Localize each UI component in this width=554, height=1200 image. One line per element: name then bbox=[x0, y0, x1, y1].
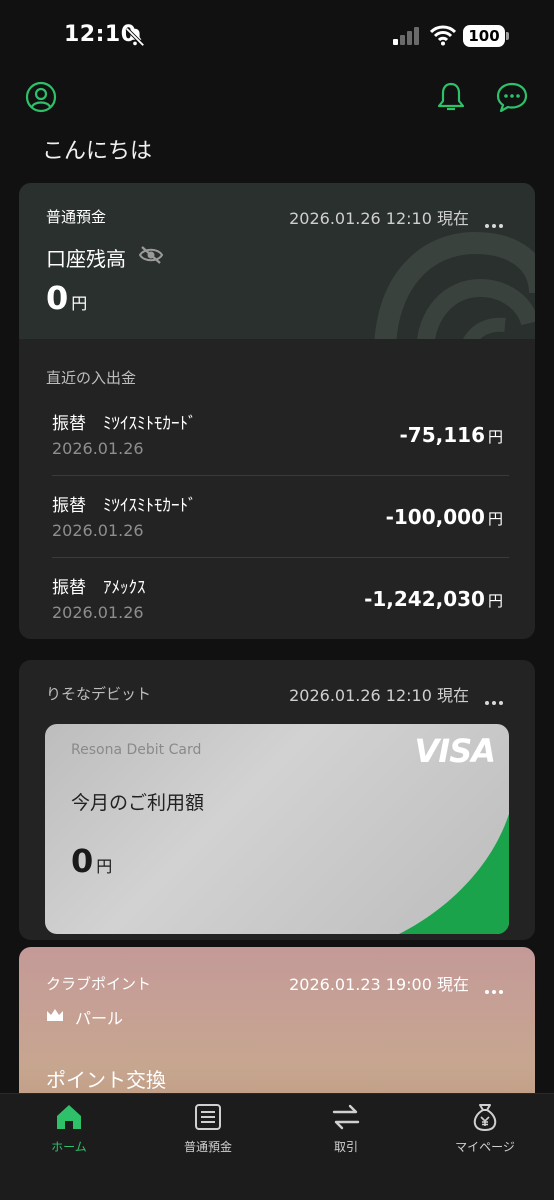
cell-signal-icon bbox=[393, 27, 419, 45]
card-brand: Resona Debit Card bbox=[71, 742, 202, 758]
recent-transactions-label: 直近の入出金 bbox=[46, 369, 137, 387]
battery-tip bbox=[506, 32, 509, 40]
transaction-date: 2026.01.26 bbox=[52, 439, 144, 458]
transaction-amount: -100,000 円 bbox=[386, 505, 503, 529]
visa-debit-card[interactable]: Resona Debit Card VISA 今月のご利用額 0円 bbox=[45, 724, 509, 934]
resona-logo-watermark bbox=[374, 231, 535, 339]
list-icon bbox=[195, 1104, 221, 1130]
debit-card-panel[interactable]: りそなデビット 2026.01.26 12:10 現在 Resona Debit… bbox=[19, 660, 535, 940]
card-green-accent bbox=[399, 814, 509, 934]
tab-label: マイページ bbox=[455, 1140, 515, 1154]
transaction-name: 振替 ﾐﾂｲｽﾐﾄﾓｶｰﾄﾞ bbox=[52, 496, 197, 516]
bell-muted-icon bbox=[125, 27, 145, 47]
status-bar: 12:10 100 bbox=[0, 0, 554, 76]
more-options-icon[interactable] bbox=[485, 213, 507, 228]
money-bag-icon bbox=[473, 1104, 497, 1132]
tab-label: 取引 bbox=[333, 1140, 358, 1154]
point-exchange-label[interactable]: ポイント交換 bbox=[46, 1064, 166, 1093]
battery-indicator: 100 bbox=[463, 25, 505, 47]
club-timestamp: 2026.01.23 19:00 現在 bbox=[289, 975, 469, 994]
transaction-currency: 円 bbox=[487, 592, 503, 610]
transaction-amount-value: -100,000 bbox=[385, 505, 485, 529]
tab-savings[interactable]: 普通預金 bbox=[148, 1102, 268, 1162]
bottom-tab-bar: ホーム 普通預金 取引 マイページ bbox=[0, 1093, 554, 1200]
member-rank: パール bbox=[75, 1009, 124, 1028]
more-options-icon[interactable] bbox=[485, 690, 507, 705]
usage-currency: 円 bbox=[96, 857, 113, 876]
usage-label: 今月のご利用額 bbox=[71, 792, 205, 814]
account-timestamp: 2026.01.26 12:10 現在 bbox=[289, 209, 469, 228]
club-point-label: クラブポイント bbox=[46, 975, 152, 993]
crown-icon bbox=[47, 1009, 63, 1021]
tab-transactions[interactable]: 取引 bbox=[286, 1102, 406, 1162]
transaction-amount: -75,116 円 bbox=[400, 423, 504, 447]
account-type-label: 普通預金 bbox=[46, 208, 107, 226]
home-icon bbox=[57, 1105, 81, 1129]
tab-label: ホーム bbox=[51, 1140, 87, 1154]
debit-label: りそなデビット bbox=[46, 685, 152, 703]
usage-value: 0 bbox=[71, 842, 94, 880]
transaction-currency: 円 bbox=[487, 428, 503, 446]
transaction-currency: 円 bbox=[487, 510, 503, 528]
transfer-icon bbox=[332, 1104, 360, 1130]
account-card[interactable]: 普通預金 2026.01.26 12:10 現在 口座残高 0円 直近の入出金 … bbox=[19, 183, 535, 639]
eye-hidden-icon[interactable] bbox=[138, 245, 164, 265]
account-balance-panel[interactable]: 普通預金 2026.01.26 12:10 現在 口座残高 0円 bbox=[19, 183, 535, 339]
balance-value: 0 bbox=[46, 279, 69, 317]
visa-logo: VISA bbox=[414, 732, 496, 770]
tab-home[interactable]: ホーム bbox=[9, 1102, 129, 1162]
transaction-date: 2026.01.26 bbox=[52, 603, 144, 622]
more-options-icon[interactable] bbox=[485, 979, 507, 994]
transaction-row[interactable]: 振替 ﾐﾂｲｽﾐﾄﾓｶｰﾄﾞ 2026.01.26 -75,116 円 bbox=[52, 409, 509, 491]
transaction-date: 2026.01.26 bbox=[52, 521, 144, 540]
bell-icon[interactable] bbox=[434, 80, 468, 114]
divider bbox=[52, 475, 509, 476]
user-circle-icon[interactable] bbox=[24, 80, 58, 114]
balance-amount: 0円 bbox=[46, 279, 87, 317]
tab-label: 普通預金 bbox=[183, 1140, 232, 1154]
transaction-name: 振替 ﾐﾂｲｽﾐﾄﾓｶｰﾄﾞ bbox=[52, 414, 197, 434]
transaction-amount-value: -75,116 bbox=[399, 423, 485, 447]
transaction-name: 振替 ｱﾒｯｸｽ bbox=[52, 578, 146, 598]
chat-bubble-icon[interactable] bbox=[495, 80, 529, 114]
usage-amount: 0円 bbox=[71, 842, 112, 880]
divider bbox=[52, 557, 509, 558]
balance-currency: 円 bbox=[71, 294, 88, 313]
transaction-row[interactable]: 振替 ｱﾒｯｸｽ 2026.01.26 -1,242,030 円 bbox=[52, 573, 509, 639]
transaction-amount: -1,242,030 円 bbox=[364, 587, 503, 611]
tab-mypage[interactable]: マイページ bbox=[425, 1102, 545, 1162]
transaction-amount-value: -1,242,030 bbox=[364, 587, 485, 611]
debit-timestamp: 2026.01.26 12:10 現在 bbox=[289, 686, 469, 705]
balance-label: 口座残高 bbox=[46, 247, 126, 271]
greeting-text: こんにちは bbox=[42, 139, 153, 164]
wifi-icon bbox=[430, 25, 456, 46]
transaction-row[interactable]: 振替 ﾐﾂｲｽﾐﾄﾓｶｰﾄﾞ 2026.01.26 -100,000 円 bbox=[52, 491, 509, 573]
